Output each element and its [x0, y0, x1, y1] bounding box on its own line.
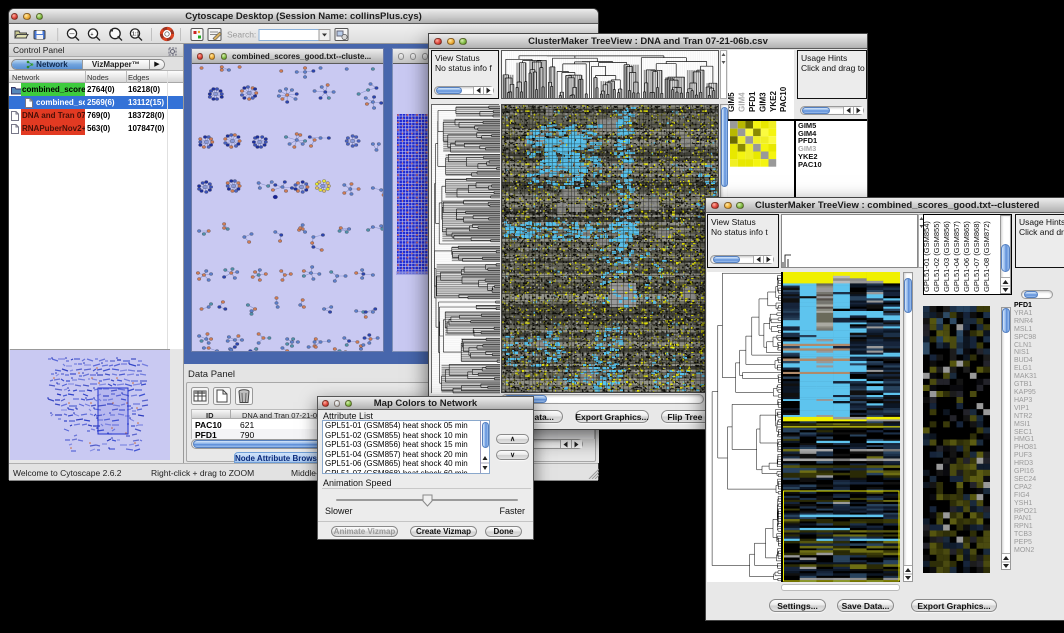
- svg-text:GPL51-08 (GSM872): GPL51-08 (GSM872): [982, 221, 991, 292]
- svg-text:GIM5: GIM5: [728, 92, 736, 112]
- svg-text:—: —: [70, 32, 75, 38]
- svg-text:Search:: Search:: [227, 30, 256, 40]
- svg-text:GIM4: GIM4: [738, 92, 747, 112]
- svg-text:PAC10: PAC10: [779, 86, 788, 112]
- svg-text:GPL51-01 (GSM854): GPL51-01 (GSM854): [923, 221, 931, 292]
- svg-text:YKE2: YKE2: [769, 91, 778, 112]
- svg-text:+: +: [91, 32, 94, 38]
- svg-text:GPL51-07 (GSM868): GPL51-07 (GSM868): [972, 221, 981, 292]
- svg-text:1:1: 1:1: [132, 32, 139, 38]
- svg-text:GPL51-03 (GSM856): GPL51-03 (GSM856): [942, 221, 951, 292]
- svg-text:PFD1: PFD1: [748, 91, 757, 112]
- svg-text:GIM3: GIM3: [759, 92, 768, 112]
- svg-text:GPL51-04 (GSM857): GPL51-04 (GSM857): [952, 221, 961, 292]
- svg-text:GPL51-02 (GSM855): GPL51-02 (GSM855): [932, 221, 941, 292]
- svg-text:GPL51-06 (GSM865): GPL51-06 (GSM865): [962, 221, 971, 292]
